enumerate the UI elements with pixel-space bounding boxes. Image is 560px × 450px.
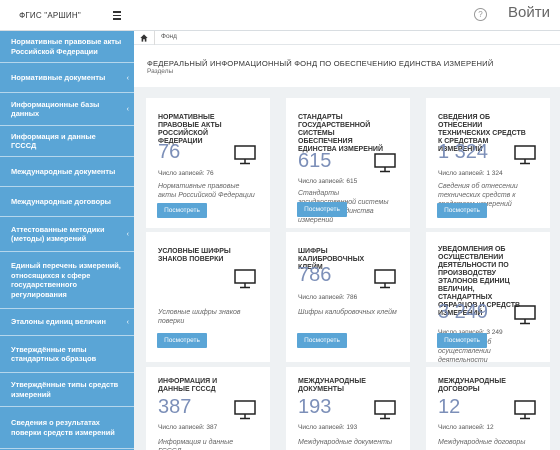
card-count-label: Число записей: 615 — [298, 178, 358, 185]
sidebar-item-npa[interactable]: Нормативные правовые акты Российской Фед… — [0, 31, 134, 63]
view-button[interactable]: Посмотреть — [437, 203, 487, 218]
monitor-icon — [374, 153, 396, 173]
monitor-icon — [514, 400, 536, 420]
chevron-left-icon: ‹ — [126, 231, 129, 238]
sidebar-item-label: Единый перечень измерений, относящихся к… — [11, 261, 121, 299]
card-count-label: Число записей: 193 — [298, 424, 358, 431]
view-button[interactable]: Посмотреть — [297, 202, 347, 217]
menu-icon[interactable] — [113, 11, 121, 20]
sidebar-item-label: Утверждённые типы средств измерений — [11, 380, 119, 399]
sidebar-item-label: Международные документы — [11, 166, 116, 176]
sidebar-item-label: Информационные базы данных — [11, 99, 100, 119]
monitor-icon — [374, 269, 396, 289]
card-title: Международные документы — [298, 378, 366, 393]
card-count-value: 12 — [438, 396, 461, 418]
chevron-left-icon: ‹ — [126, 74, 129, 82]
sidebar-item-label: Утверждённые типы стандартных образцов — [11, 344, 97, 364]
card-description: Шифры калибровочных клейм — [298, 309, 397, 316]
monitor-icon — [374, 400, 396, 420]
sidebar-item-label: Аттестованные методики (методы) измерени… — [11, 224, 105, 244]
card-verification-marks: Условные шифры знаков поверки Условные ш… — [146, 232, 270, 362]
monitor-icon — [514, 305, 536, 325]
app-title: ФГИС "АРШИН" — [19, 10, 81, 20]
card-count-value: 193 — [298, 396, 332, 418]
breadcrumb-separator — [154, 31, 155, 45]
sidebar-item-gsssd[interactable]: Информация и данные ГСССД — [0, 126, 134, 157]
card-title: Международные договоры — [438, 378, 506, 393]
sidebar-item-label: Международные договоры — [11, 196, 111, 206]
card-count-value: 1 324 — [438, 141, 489, 163]
home-icon[interactable] — [140, 34, 148, 42]
monitor-icon — [234, 400, 256, 420]
sidebar-item-normative-docs[interactable]: Нормативные документы ‹ — [0, 63, 134, 93]
help-icon[interactable]: ? — [474, 8, 487, 21]
view-button[interactable]: Посмотреть — [437, 333, 487, 348]
sidebar-item-instrument-types[interactable]: Утверждённые типы средств измерений — [0, 373, 134, 407]
chevron-left-icon: ‹ — [126, 106, 129, 113]
card-count-label: Число записей: 387 — [158, 424, 218, 431]
card-description: Международные документы — [298, 439, 393, 446]
page-subtitle: Разделы — [147, 68, 174, 75]
breadcrumb-item[interactable]: Фонд — [161, 33, 177, 40]
sidebar-item-reference-materials[interactable]: Утверждённые типы стандартных образцов — [0, 336, 134, 373]
card-calibration-stamps: Шифры калибровочных клейм 786 Число запи… — [286, 232, 410, 362]
card-count-value: 3 249 — [438, 301, 489, 323]
sidebar-item-verification-results[interactable]: Сведения о результатах поверки средств и… — [0, 407, 134, 449]
sidebar-item-intl-docs[interactable]: Международные документы — [0, 157, 134, 187]
sidebar-item-label: Эталоны единиц величин — [11, 317, 106, 327]
sidebar-item-label: Сведения о результатах поверки средств и… — [11, 418, 115, 437]
card-intl-documents: Международные документы 193 Число записе… — [286, 367, 410, 450]
breadcrumb: Фонд — [134, 31, 560, 45]
card-count-label: Число записей: 1 324 — [438, 170, 503, 177]
card-count-label: Число записей: 12 — [438, 424, 494, 431]
sidebar-item-methods[interactable]: Аттестованные методики (методы) измерени… — [0, 217, 134, 252]
card-description: Условные шифры знаков поверки — [158, 309, 241, 325]
sidebar: ФГИС "АРШИН" Нормативные правовые акты Р… — [0, 0, 134, 450]
card-count-value: 76 — [158, 141, 181, 163]
card-title: Стандарты государственной системы обеспе… — [298, 114, 383, 153]
card-count-value: 786 — [298, 264, 332, 286]
card-count-label: Число записей: 786 — [298, 294, 358, 301]
sidebar-item-label: Информация и данные ГСССД — [11, 131, 96, 151]
sidebar-item-standards[interactable]: Эталоны единиц величин ‹ — [0, 309, 134, 336]
view-button[interactable]: Посмотреть — [157, 333, 207, 348]
sidebar-item-intl-treaties[interactable]: Международные договоры — [0, 187, 134, 217]
card-count-label: Число записей: 76 — [158, 170, 214, 177]
monitor-icon — [234, 145, 256, 165]
card-count-value: 615 — [298, 150, 332, 172]
card-title: Условные шифры знаков поверки — [158, 248, 231, 263]
card-description: Нормативные правовые акты Российской Фед… — [158, 183, 255, 199]
card-production-notices: Уведомления об осуществлении деятельност… — [426, 232, 550, 364]
card-title: Информация и данные ГСССД — [158, 378, 218, 393]
monitor-icon — [234, 269, 256, 289]
login-button[interactable]: Войти — [508, 4, 550, 21]
sidebar-item-label: Нормативные документы — [11, 72, 106, 82]
view-button[interactable]: Посмотреть — [157, 203, 207, 218]
page-title: ФЕДЕРАЛЬНЫЙ ИНФОРМАЦИОННЫЙ ФОНД ПО ОБЕСП… — [147, 59, 494, 68]
page-header: ФЕДЕРАЛЬНЫЙ ИНФОРМАЦИОННЫЙ ФОНД ПО ОБЕСП… — [134, 45, 560, 87]
sidebar-item-databases[interactable]: Информационные базы данных ‹ — [0, 93, 134, 126]
card-tech-means: Сведения об отнесении технических средст… — [426, 98, 550, 228]
sidebar-item-label: Нормативные правовые акты Российской Фед… — [11, 37, 122, 56]
card-description: Информация и данные ГСССД — [158, 439, 234, 450]
card-count-value: 387 — [158, 396, 192, 418]
card-gsssd: Информация и данные ГСССД 387 Число запи… — [146, 367, 270, 450]
card-gsi-standards: Стандарты государственной системы обеспе… — [286, 98, 410, 228]
card-description: Международные договоры — [438, 439, 526, 446]
monitor-icon — [514, 145, 536, 165]
sidebar-header: ФГИС "АРШИН" — [0, 0, 134, 31]
chevron-left-icon: ‹ — [126, 319, 129, 326]
card-npa: Нормативные правовые акты Российской Фед… — [146, 98, 270, 228]
card-intl-treaties: Международные договоры 12 Число записей:… — [426, 367, 550, 450]
view-button[interactable]: Посмотреть — [297, 333, 347, 348]
top-header: ? Войти — [134, 0, 560, 31]
sidebar-item-measurements-list[interactable]: Единый перечень измерений, относящихся к… — [0, 252, 134, 309]
